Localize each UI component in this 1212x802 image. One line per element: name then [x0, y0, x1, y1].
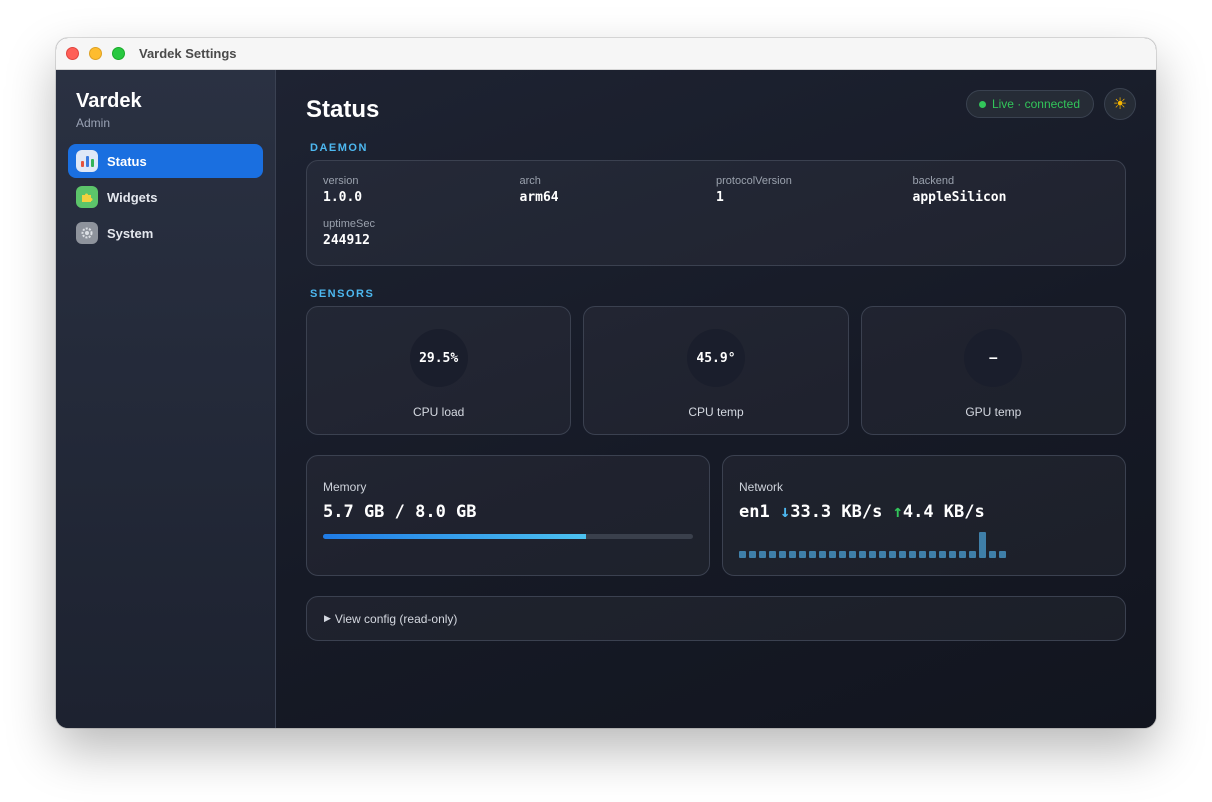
sparkline-bar — [919, 551, 926, 558]
memory-progress-bar — [323, 534, 693, 539]
sensor-card-gpu-temp: – GPU temp — [860, 306, 1126, 435]
sensor-card-cpu-temp: 45.9° CPU temp — [583, 306, 849, 435]
field-key: protocolVersion — [716, 175, 792, 187]
field-key: backend — [912, 175, 955, 187]
field-key: arch — [519, 175, 541, 187]
zoom-window-button[interactable] — [112, 47, 125, 60]
sensor-gauge: 45.9° — [686, 329, 745, 387]
gear-icon — [76, 222, 98, 244]
network-interface: en1 — [739, 502, 770, 522]
field-value: 1 — [716, 190, 724, 205]
sparkline-bar — [829, 551, 836, 558]
network-sparkline — [739, 532, 1109, 558]
sparkline-bar — [799, 551, 806, 558]
sensors-row: 29.5% CPU load 45.9° CPU temp – GPU temp — [306, 306, 1126, 435]
memory-card: Memory 5.7 GB / 8.0 GB — [306, 455, 710, 576]
daemon-field-uptime: uptimeSec 244912 — [323, 218, 520, 251]
memory-value: 5.7 GB / 8.0 GB — [323, 502, 477, 522]
sidebar-item-system[interactable]: System — [68, 216, 263, 250]
view-config-toggle[interactable]: ▶ View config (read-only) — [306, 596, 1126, 641]
stats-row: Memory 5.7 GB / 8.0 GB Network en1 ↓33.3… — [306, 455, 1126, 576]
daemon-field-backend: backend appleSilicon — [913, 175, 1110, 208]
sparkline-bar — [849, 551, 856, 558]
sparkline-bar — [769, 551, 776, 558]
daemon-info-card: version 1.0.0 arch arm64 protocolVersion… — [306, 160, 1126, 266]
sparkline-bar — [749, 551, 756, 558]
user-role: Admin — [76, 116, 111, 130]
daemon-section-label: DAEMON — [310, 142, 368, 154]
field-value: 1.0.0 — [323, 190, 363, 205]
sparkline-bar — [869, 551, 876, 558]
sidebar-item-label: System — [107, 225, 154, 241]
minimize-window-button[interactable] — [89, 47, 102, 60]
theme-toggle-button[interactable]: ☀ — [1104, 88, 1136, 120]
sparkline-bar — [999, 551, 1006, 558]
sparkline-bar — [809, 551, 816, 558]
sparkline-bar — [859, 551, 866, 558]
memory-progress-fill — [323, 534, 587, 539]
sparkline-bar — [879, 551, 886, 558]
window-title: Vardek Settings — [139, 46, 237, 61]
sensor-gauge: – — [964, 329, 1023, 387]
sparkline-bar — [949, 551, 956, 558]
sparkline-bar — [939, 551, 946, 558]
network-label: Network — [739, 480, 784, 494]
sidebar-item-label: Status — [107, 153, 147, 169]
field-value: 244912 — [323, 233, 370, 248]
close-window-button[interactable] — [66, 47, 79, 60]
bar-chart-icon — [76, 150, 98, 172]
network-value: en1 ↓33.3 KB/s ↑4.4 KB/s — [739, 502, 1109, 522]
puzzle-icon — [76, 186, 98, 208]
sparkline-bar — [839, 551, 846, 558]
sidebar-item-label: Widgets — [107, 189, 158, 205]
daemon-field-protocol-version: protocolVersion 1 — [716, 175, 913, 208]
connection-status-badge: Live · connected — [965, 90, 1094, 118]
sensor-label: GPU temp — [965, 405, 1022, 419]
sparkline-bar — [779, 551, 786, 558]
sparkline-bar — [979, 532, 986, 558]
brand-name: Vardek — [76, 90, 142, 112]
sensors-section-label: SENSORS — [310, 288, 375, 300]
sparkline-bar — [889, 551, 896, 558]
sensor-card-cpu-load: 29.5% CPU load — [306, 306, 572, 435]
sun-icon: ☀ — [1112, 96, 1128, 113]
field-value: appleSilicon — [912, 190, 1007, 205]
sensor-label: CPU load — [412, 405, 465, 419]
daemon-field-version: version 1.0.0 — [323, 175, 520, 208]
title-bar: Vardek Settings — [56, 38, 1156, 70]
field-key: uptimeSec — [323, 218, 375, 230]
connection-status-text: Live · connected — [991, 97, 1080, 111]
sparkline-bar — [899, 551, 906, 558]
app-window: Vardek Settings Vardek Admin Status Widg… — [56, 38, 1156, 728]
sparkline-bar — [819, 551, 826, 558]
sidebar-item-widgets[interactable]: Widgets — [68, 180, 263, 214]
sparkline-bar — [739, 551, 746, 558]
sparkline-bar — [989, 551, 996, 558]
upload-arrow-icon: ↑ — [892, 502, 903, 522]
memory-label: Memory — [323, 480, 367, 494]
sidebar: Vardek Admin Status Widgets System — [56, 70, 276, 728]
network-card: Network en1 ↓33.3 KB/s ↑4.4 KB/s — [722, 455, 1126, 576]
field-value: arm64 — [519, 190, 559, 205]
sensor-gauge: 29.5% — [409, 329, 468, 387]
main-content: Status Live · connected ☀ DAEMON version… — [276, 70, 1156, 728]
field-key: version — [323, 175, 359, 187]
sparkline-bar — [789, 551, 796, 558]
status-dot-icon — [978, 100, 986, 108]
sparkline-bar — [959, 551, 966, 558]
sparkline-bar — [929, 551, 936, 558]
sensor-label: CPU temp — [688, 405, 744, 419]
sidebar-nav: Status Widgets System — [68, 144, 263, 250]
disclosure-triangle-icon: ▶ — [324, 613, 331, 623]
view-config-label: View config (read-only) — [334, 611, 458, 626]
download-arrow-icon: ↓ — [779, 502, 791, 522]
network-download-rate: 33.3 KB/s — [790, 502, 883, 522]
sparkline-bar — [759, 551, 766, 558]
sparkline-bar — [909, 551, 916, 558]
daemon-field-arch: arch arm64 — [520, 175, 717, 208]
sparkline-bar — [969, 551, 976, 558]
network-upload-rate: 4.4 KB/s — [902, 502, 985, 522]
sidebar-item-status[interactable]: Status — [68, 144, 263, 178]
